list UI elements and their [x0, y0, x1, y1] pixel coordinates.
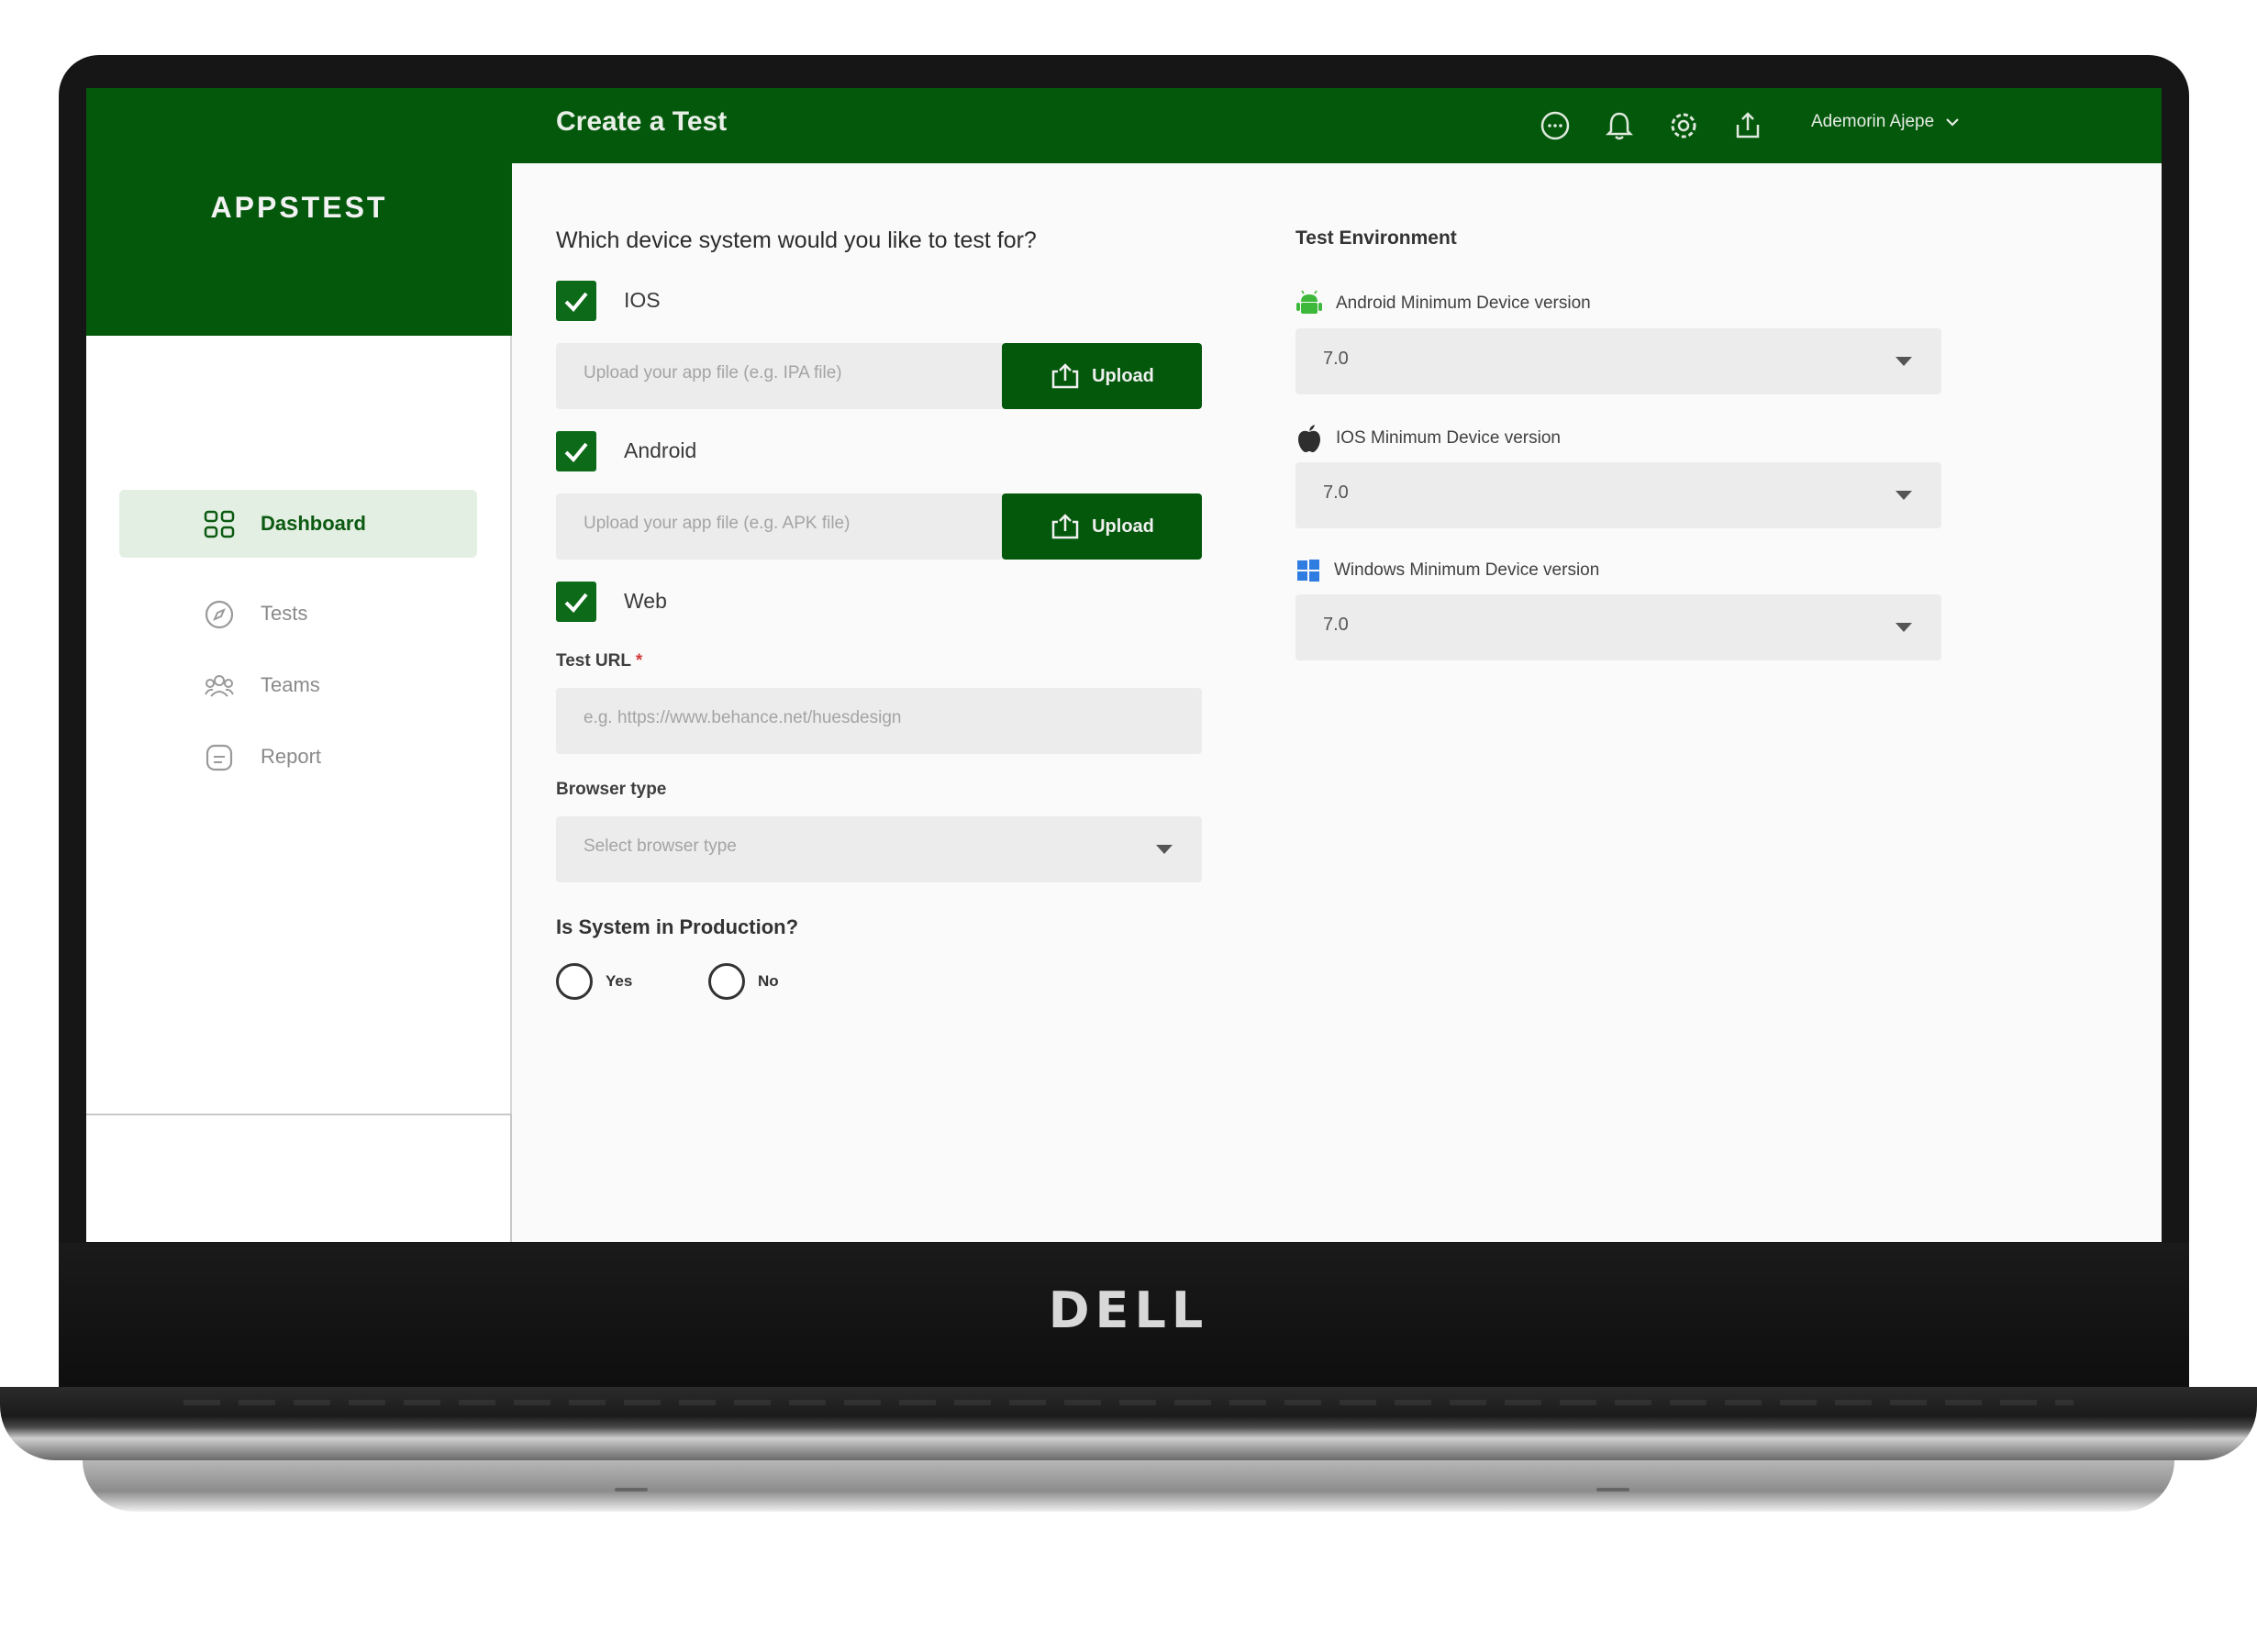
sidebar: Dashboard Tests Teams Report [86, 336, 512, 1242]
test-url-placeholder: e.g. https://www.behance.net/huesdesign [584, 708, 902, 727]
gear-icon[interactable] [1666, 108, 1701, 143]
user-name: Ademorin Ajepe [1811, 112, 1935, 131]
share-icon[interactable] [1730, 108, 1765, 143]
test-environment-title: Test Environment [1295, 227, 1457, 249]
laptop-base-lip [83, 1460, 2174, 1512]
check-icon [564, 292, 588, 312]
android-label: Android [624, 438, 697, 462]
upload-icon [1051, 514, 1079, 539]
test-url-input[interactable]: e.g. https://www.behance.net/huesdesign [556, 688, 1202, 754]
ios-version-value: 7.0 [1323, 482, 1349, 503]
apple-icon [1298, 425, 1320, 452]
app-logo[interactable]: APPSTEST [86, 191, 512, 225]
production-yes-label: Yes [606, 972, 633, 990]
chat-icon[interactable] [1538, 108, 1573, 143]
ios-label: IOS [624, 288, 661, 312]
production-yes-radio[interactable] [556, 963, 593, 1000]
chevron-down-icon [1946, 118, 1959, 127]
check-icon [564, 593, 588, 613]
sidebar-item-label: Dashboard [261, 512, 366, 535]
laptop-foot [1596, 1488, 1629, 1491]
browser-type-select[interactable]: Select browser type [556, 816, 1202, 882]
android-version-select[interactable]: 7.0 [1295, 328, 1941, 394]
upload-icon [1051, 363, 1079, 389]
test-url-label: Test URL * [556, 651, 643, 671]
report-icon [206, 744, 233, 771]
production-no-radio[interactable] [708, 963, 745, 1000]
caret-down-icon [1156, 845, 1173, 854]
android-version-label: Android Minimum Device version [1336, 294, 1591, 313]
browser-type-label: Browser type [556, 780, 667, 799]
page-title: Create a Test [556, 106, 728, 137]
production-question: Is System in Production? [556, 915, 799, 938]
sidebar-item-dashboard[interactable]: Dashboard [119, 490, 477, 558]
ios-version-label-row: IOS Minimum Device version [1295, 424, 1561, 453]
browser-type-placeholder: Select browser type [584, 837, 737, 856]
dell-logo: DELL [1048, 1281, 1209, 1339]
user-menu[interactable]: Ademorin Ajepe [1811, 112, 1960, 132]
ios-upload-placeholder: Upload your app file (e.g. IPA file) [584, 363, 842, 383]
caret-down-icon [1896, 357, 1912, 366]
check-icon [564, 442, 588, 462]
device-question: Which device system would you like to te… [556, 227, 1037, 253]
ios-version-select[interactable]: 7.0 [1295, 462, 1941, 528]
android-checkbox[interactable] [556, 431, 596, 471]
upload-label: Upload [1092, 365, 1154, 386]
laptop-foot [615, 1488, 648, 1491]
sidebar-item-teams[interactable]: Teams [119, 651, 477, 719]
android-version-label-row: Android Minimum Device version [1295, 290, 1591, 317]
android-upload-placeholder: Upload your app file (e.g. APK file) [584, 514, 851, 533]
laptop-mockup: DELL APPSTEST Create a Test Ademorin Aje… [0, 0, 2257, 1652]
sidebar-footer [86, 1114, 512, 1242]
team-icon [205, 675, 234, 697]
sidebar-item-label: Report [261, 745, 322, 768]
android-upload-button[interactable]: Upload [1002, 493, 1202, 560]
compass-icon [205, 600, 234, 629]
android-version-value: 7.0 [1323, 349, 1349, 369]
upload-label: Upload [1092, 516, 1154, 537]
ios-version-label: IOS Minimum Device version [1336, 428, 1561, 448]
ios-checkbox[interactable] [556, 281, 596, 321]
grid-icon [204, 510, 235, 538]
caret-down-icon [1896, 491, 1912, 500]
windows-version-label-row: Windows Minimum Device version [1295, 558, 1599, 583]
sidebar-item-report[interactable]: Report [119, 723, 477, 791]
ios-upload-button[interactable]: Upload [1002, 343, 1202, 409]
required-mark: * [635, 651, 643, 671]
web-checkbox[interactable] [556, 582, 596, 622]
android-icon [1296, 290, 1322, 314]
windows-version-value: 7.0 [1323, 615, 1349, 635]
caret-down-icon [1896, 623, 1912, 632]
laptop-base [0, 1387, 2257, 1460]
production-no-label: No [758, 972, 779, 990]
keyboard-edge [183, 1400, 2074, 1405]
brand-block: APPSTEST [86, 88, 512, 336]
windows-icon [1297, 560, 1319, 582]
web-label: Web [624, 589, 667, 613]
app-screen: APPSTEST Create a Test Ademorin Ajepe Da… [86, 88, 2162, 1242]
windows-version-label: Windows Minimum Device version [1334, 560, 1600, 580]
bell-icon[interactable] [1602, 108, 1637, 143]
windows-version-select[interactable]: 7.0 [1295, 594, 1941, 660]
sidebar-item-label: Teams [261, 673, 320, 696]
sidebar-item-tests[interactable]: Tests [119, 580, 477, 648]
sidebar-item-label: Tests [261, 602, 308, 625]
